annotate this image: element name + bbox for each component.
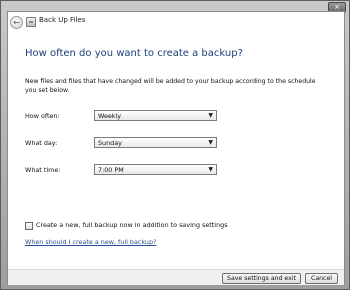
what-day-dropdown[interactable]: Sunday ▼ [94,137,217,148]
backup-window: × ← Back Up Files How often do you want … [0,0,350,290]
wizard-content: ← Back Up Files How often do you want to… [7,11,345,285]
dropdown-arrow-icon: ▼ [208,139,213,146]
full-backup-label[interactable]: Create a new, full backup now in additio… [36,221,228,229]
what-time-dropdown[interactable]: 7:00 PM ▼ [94,164,217,175]
dropdown-arrow-icon: ▼ [208,112,213,119]
title-bar: × [1,1,349,13]
how-often-label: How often: [25,112,60,120]
page-heading: How often do you want to create a backup… [25,48,243,59]
cancel-button[interactable]: Cancel [305,273,338,284]
back-arrow-icon[interactable]: ← [10,16,23,29]
button-bar: Save settings and exit Cancel [8,269,344,285]
what-day-value: Sunday [98,139,122,147]
backup-icon [26,17,36,27]
wizard-title: Back Up Files [39,16,86,24]
full-backup-help-link[interactable]: When should I create a new, full backup? [25,238,156,246]
navigation-bar: ← Back Up Files [8,12,344,31]
what-time-value: 7:00 PM [98,166,124,174]
dropdown-arrow-icon: ▼ [208,166,213,173]
save-settings-button[interactable]: Save settings and exit [222,273,301,284]
what-time-label: What time: [25,166,61,174]
how-often-dropdown[interactable]: Weekly ▼ [94,110,217,121]
page-description: New files and files that have changed wi… [25,78,316,94]
what-day-label: What day: [25,139,58,147]
how-often-value: Weekly [98,112,122,120]
full-backup-checkbox[interactable] [25,222,33,230]
